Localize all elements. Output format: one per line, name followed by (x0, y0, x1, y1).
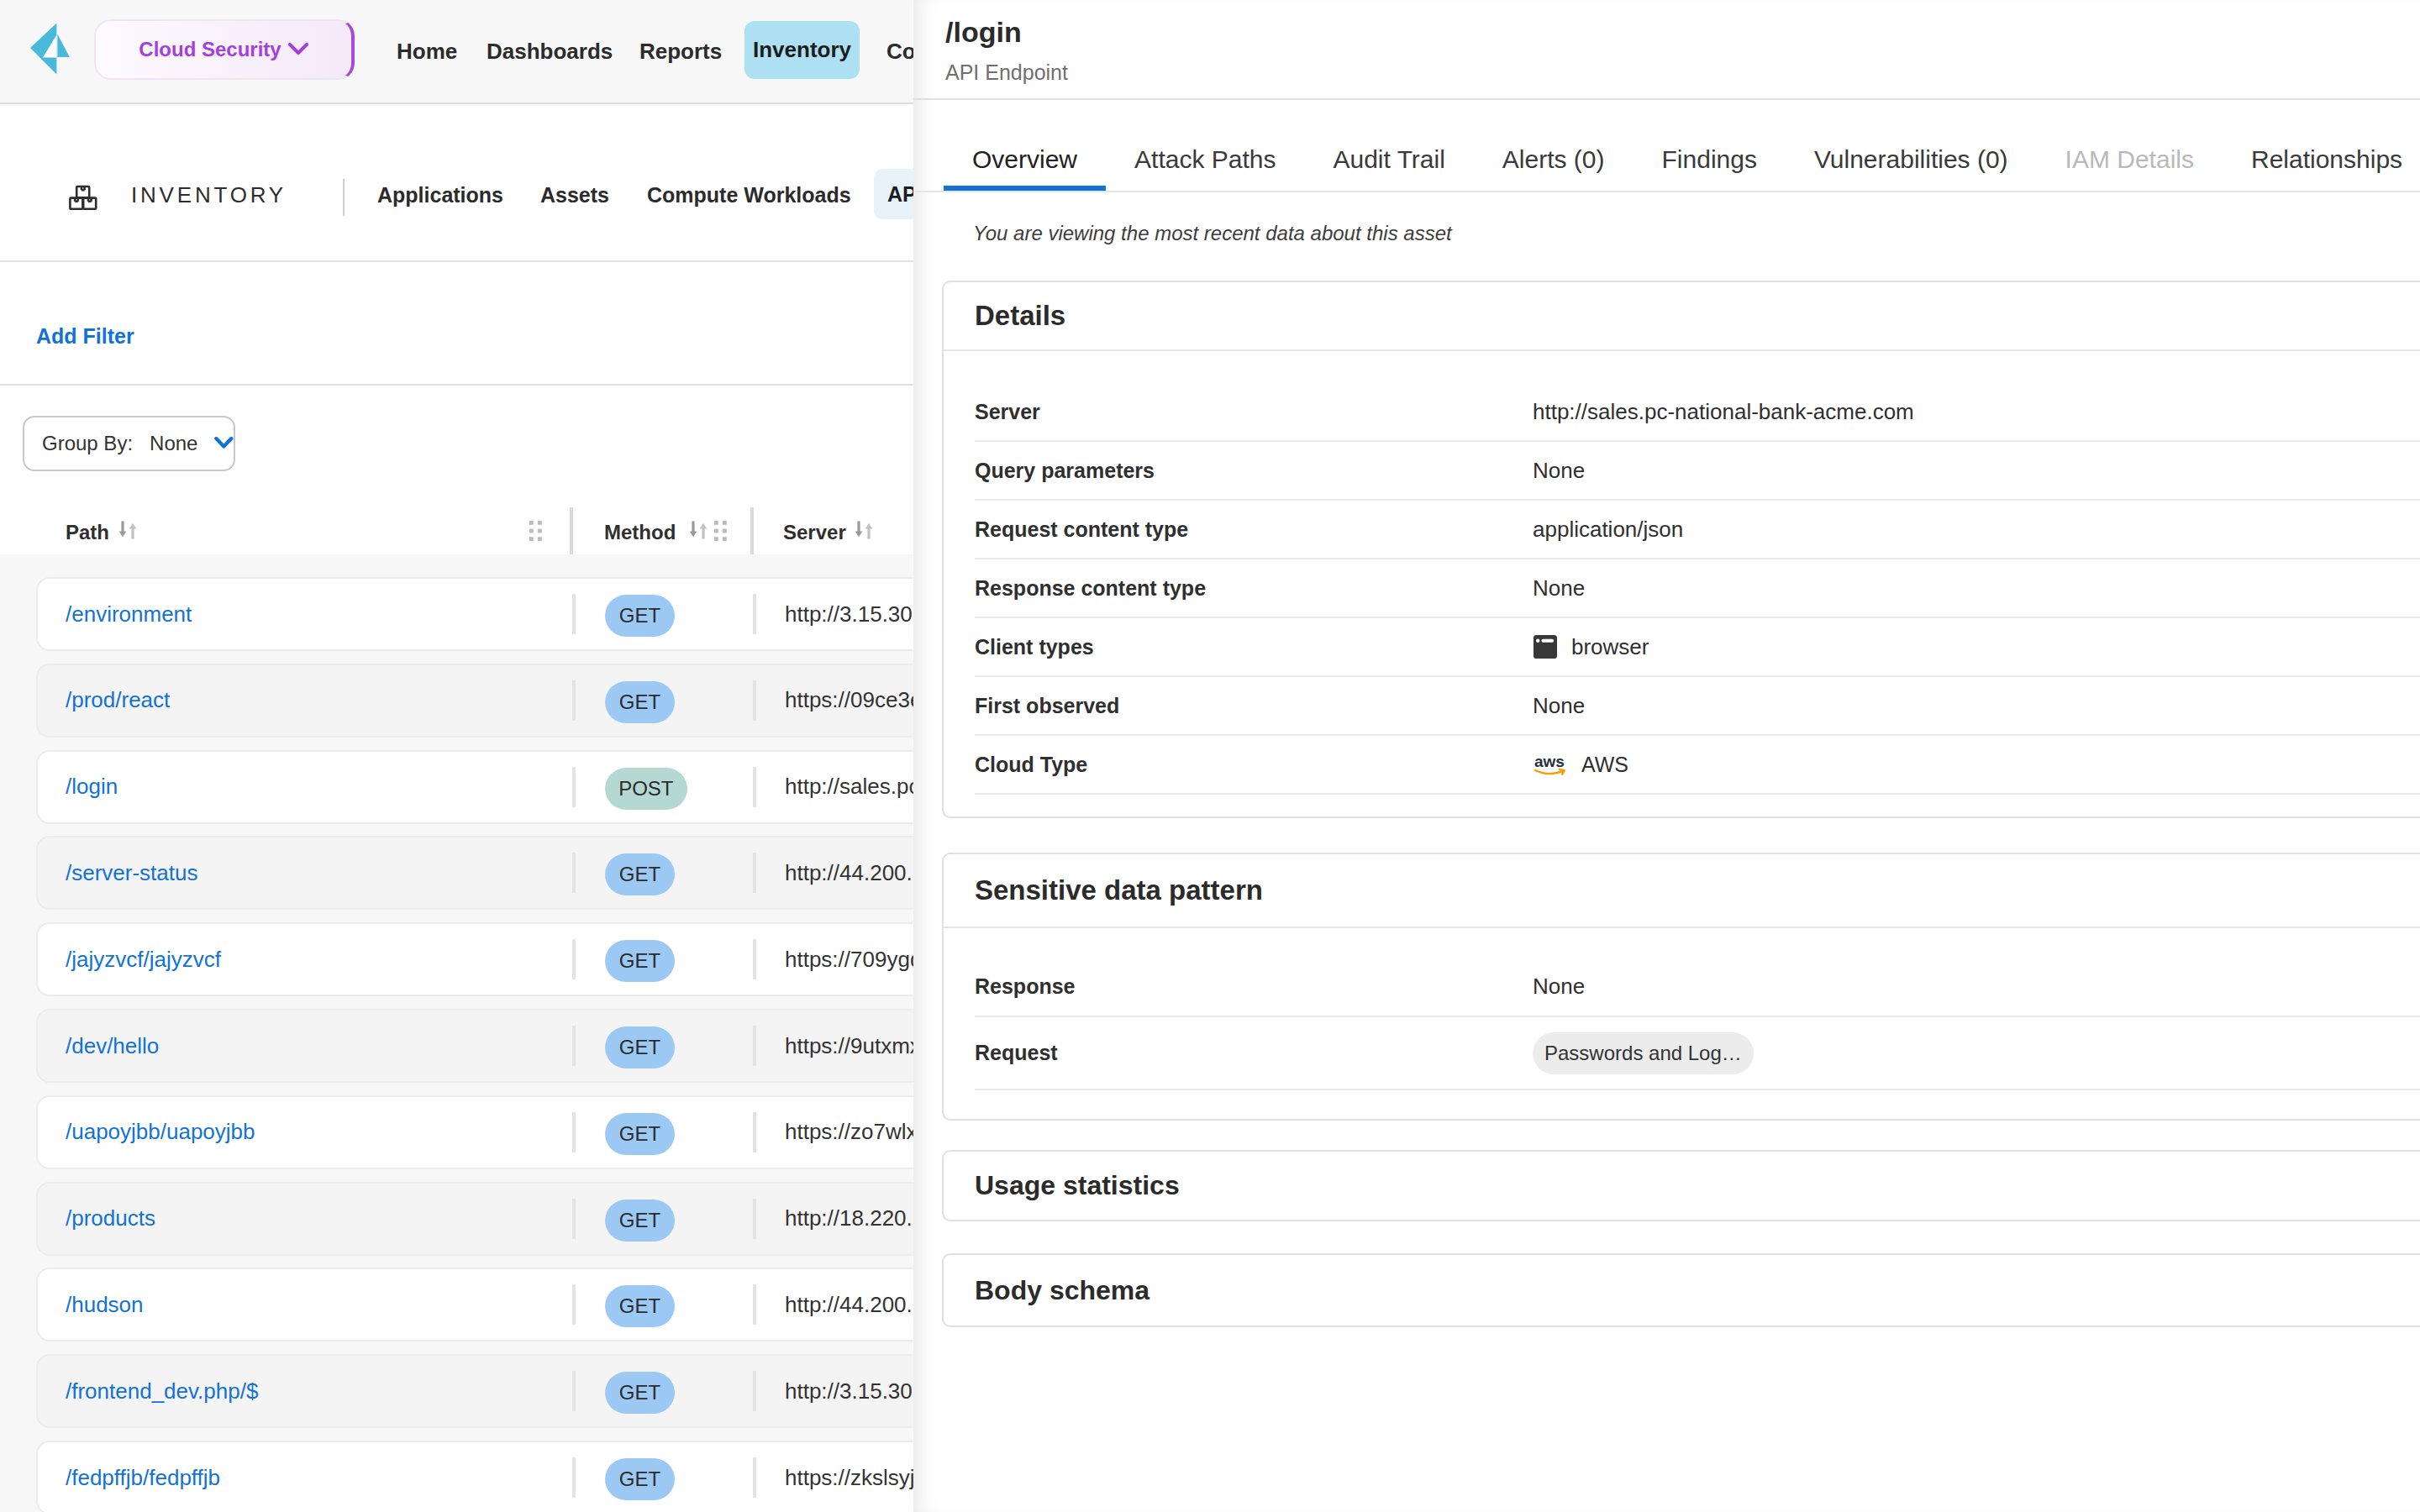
svg-text:aws: aws (1534, 753, 1565, 770)
